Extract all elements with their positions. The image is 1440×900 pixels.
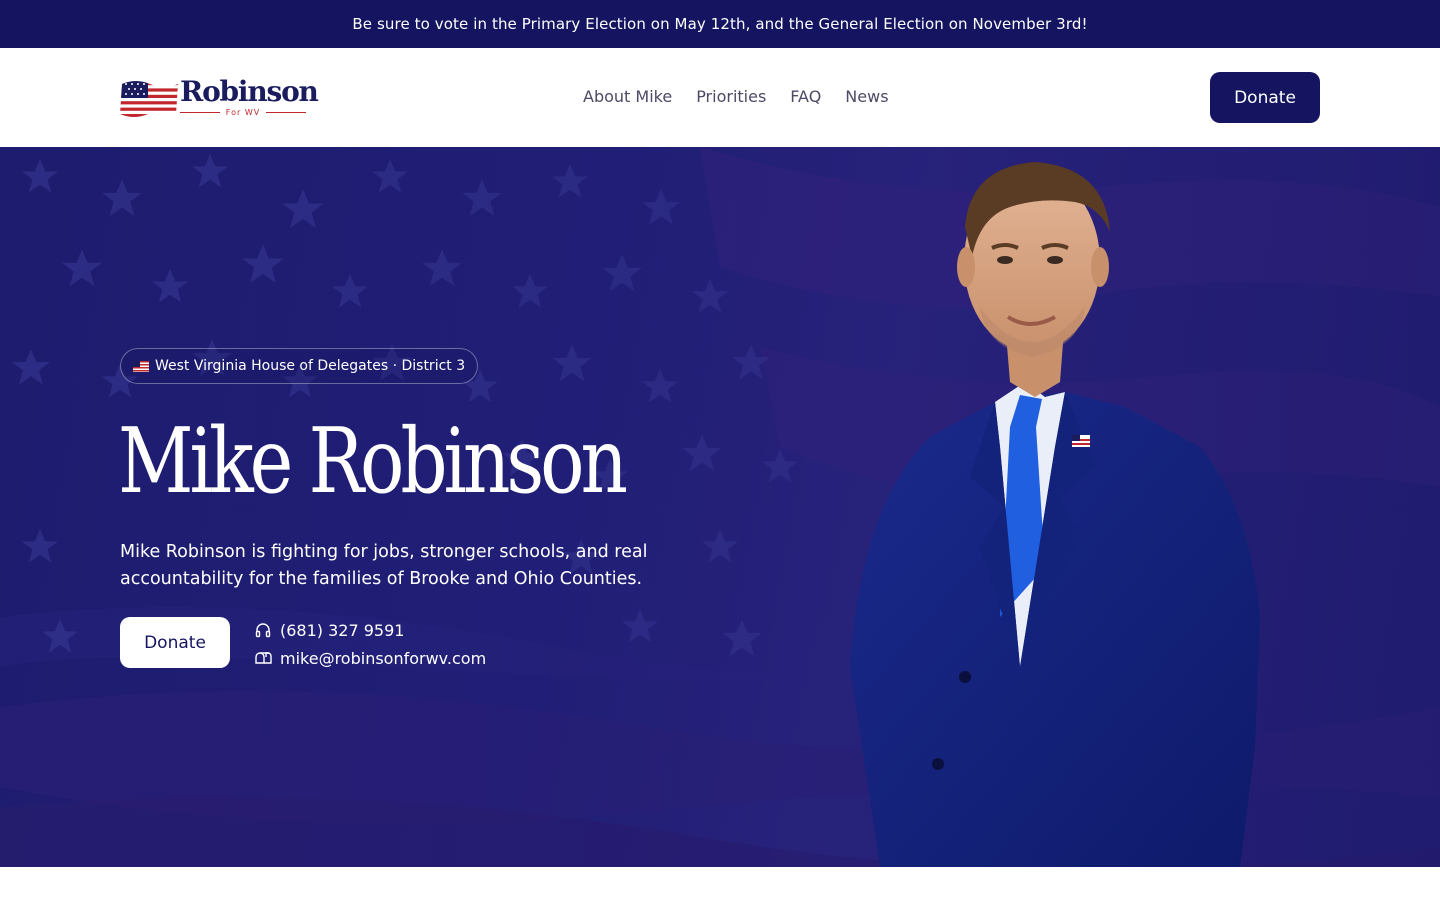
waving-flag-icon	[120, 81, 178, 117]
nav-news[interactable]: News	[845, 87, 888, 106]
district-badge: West Virginia House of Delegates · Distr…	[120, 348, 479, 384]
phone-number[interactable]: (681) 327 9591	[280, 621, 404, 640]
email-address[interactable]: mike@robinsonforwv.com	[280, 649, 486, 668]
phone-row[interactable]: (681) 327 9591	[254, 616, 486, 644]
hero-description: Mike Robinson is fighting for jobs, stro…	[120, 542, 648, 589]
logo-name: Robinson	[180, 75, 319, 108]
email-row[interactable]: mike@robinsonforwv.com	[254, 644, 486, 672]
badge-text: West Virginia House of Delegates · Distr…	[155, 358, 466, 374]
nav-about-mike[interactable]: About Mike	[583, 87, 672, 106]
nav-faq[interactable]: FAQ	[790, 87, 821, 106]
nav-priorities[interactable]: Priorities	[696, 87, 766, 106]
mailbox-icon	[255, 652, 272, 664]
logo[interactable]: Robinson For WV	[120, 75, 319, 119]
logo-wordmark: Robinson For WV	[180, 75, 319, 119]
contact-info: (681) 327 9591 mike@robinsonforwv.com	[254, 616, 486, 672]
main-nav: About Mike Priorities FAQ News	[583, 87, 889, 106]
site-header: Robinson For WV About Mike Priorities FA…	[0, 48, 1440, 147]
logo-rule-right	[266, 112, 306, 113]
hero-donate-button[interactable]: Donate	[120, 617, 230, 668]
hero-section: West Virginia House of Delegates · Distr…	[0, 147, 1440, 867]
hero-title: Mike Robinson	[118, 409, 628, 514]
announcement-bar: Be sure to vote in the Primary Election …	[0, 0, 1440, 48]
announcement-text: Be sure to vote in the Primary Election …	[352, 15, 1088, 33]
headphones-icon	[255, 623, 271, 638]
candidate-portrait	[850, 162, 1260, 867]
us-flag-icon	[133, 360, 149, 372]
header-donate-button[interactable]: Donate	[1210, 72, 1320, 123]
